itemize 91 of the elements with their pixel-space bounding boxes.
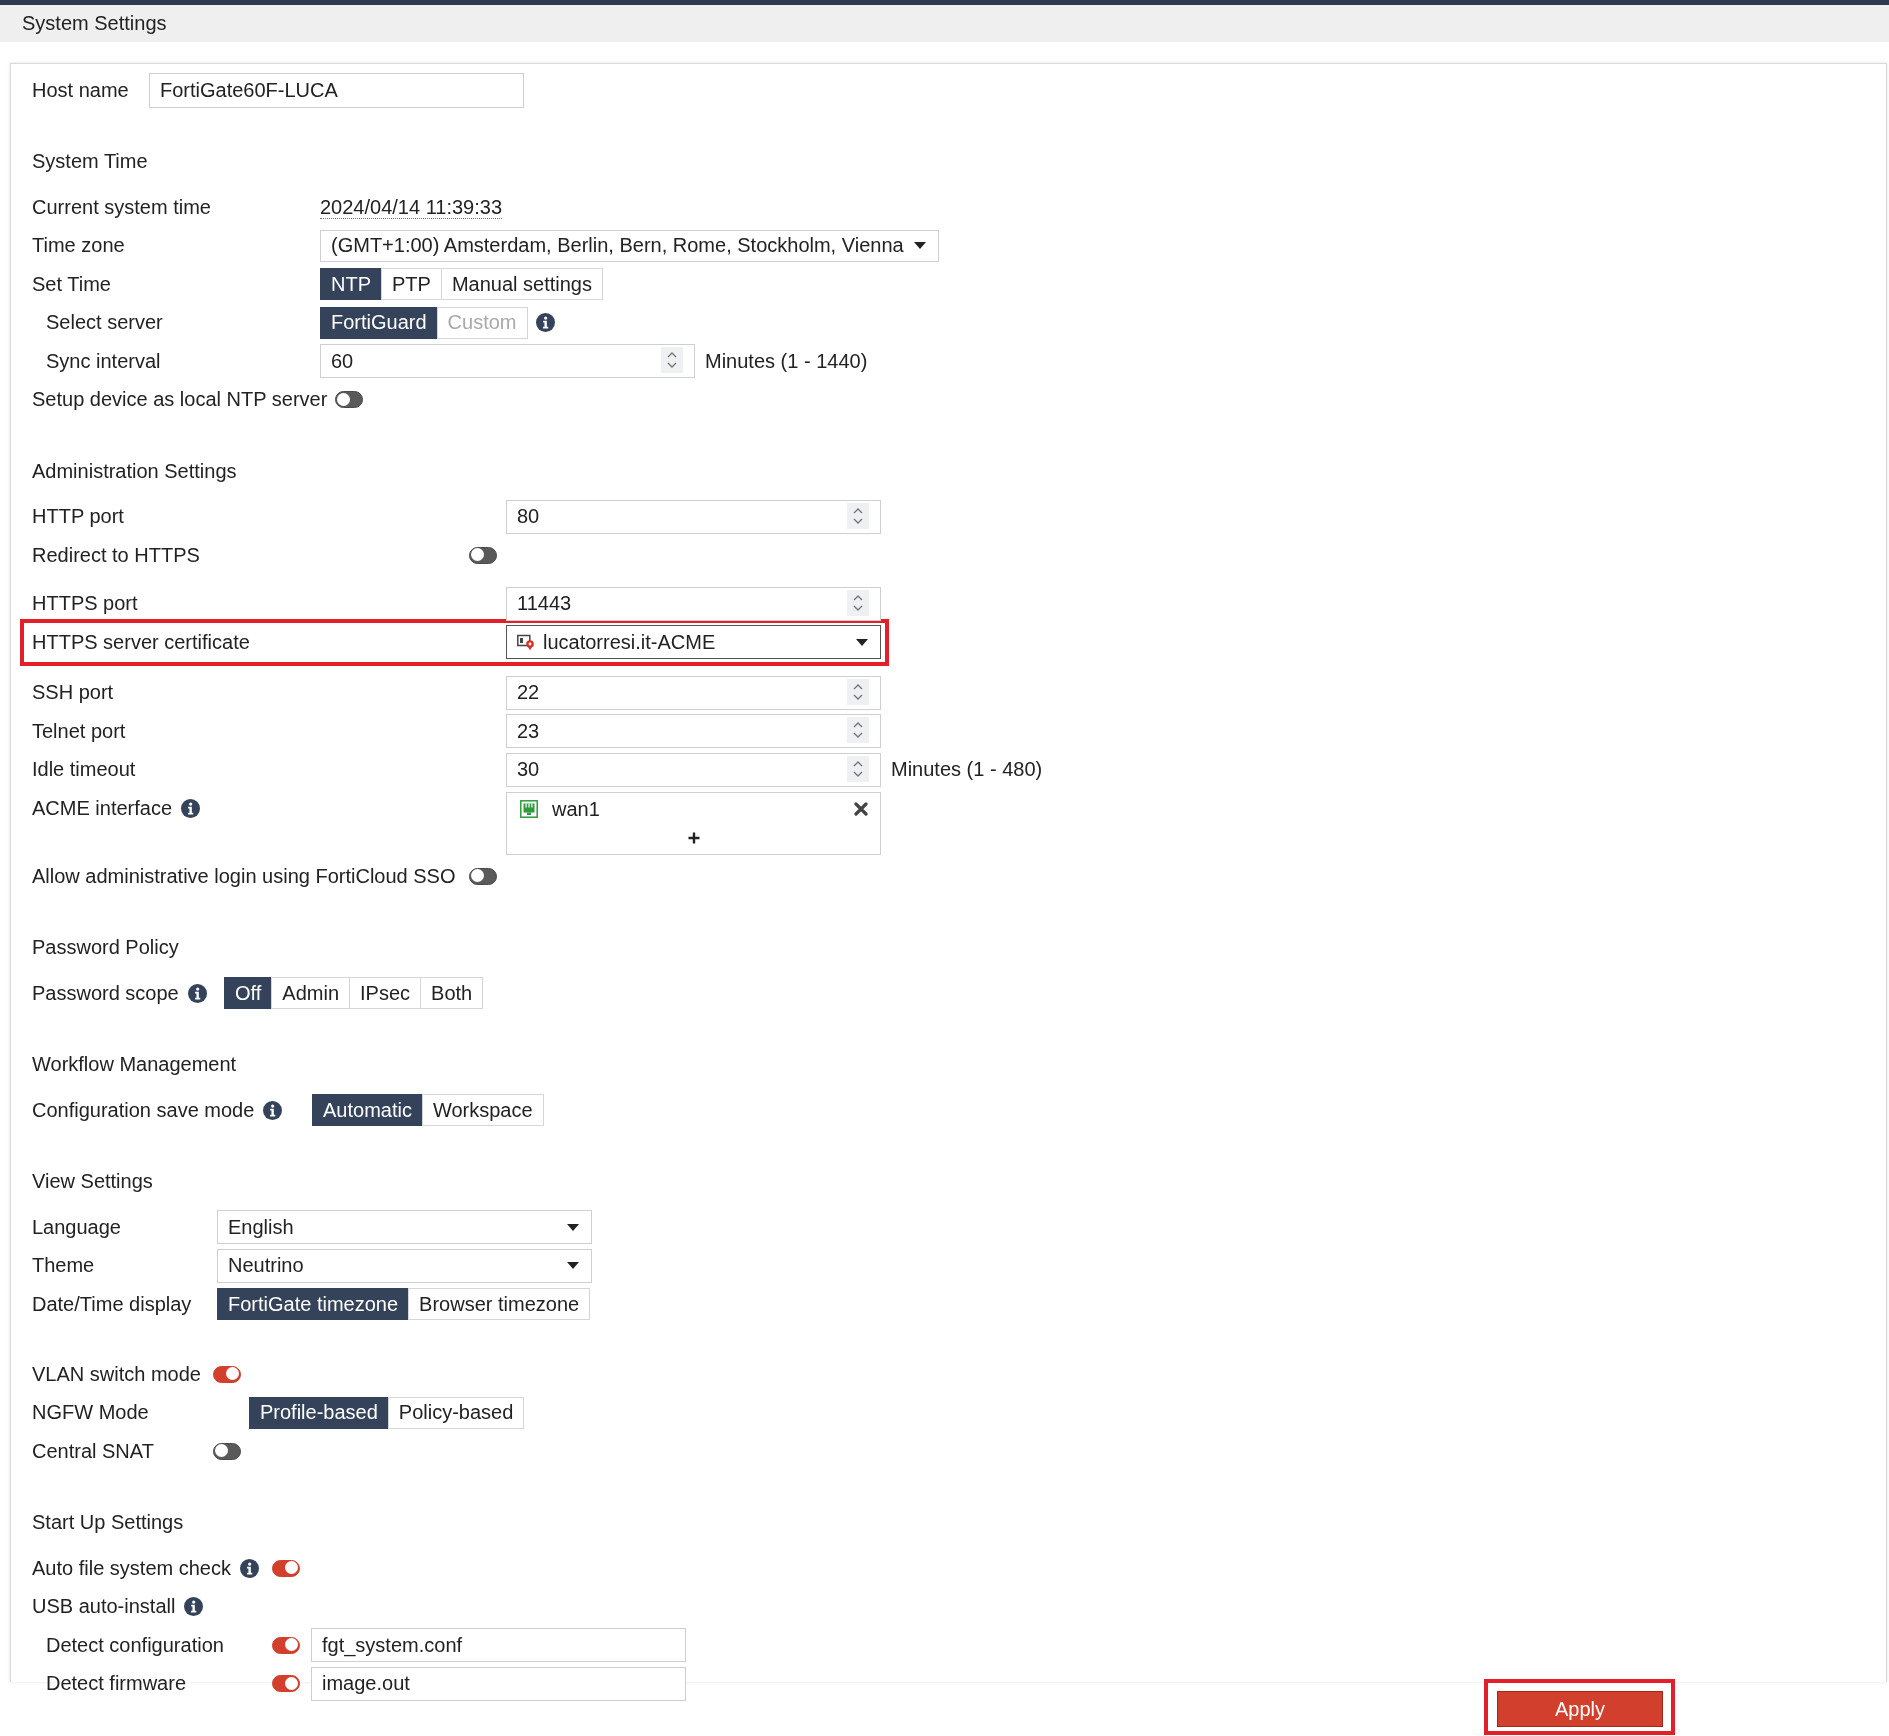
field-label: HTTP port xyxy=(32,505,124,529)
dropdown[interactable]: English xyxy=(217,1210,592,1245)
toggle-switch[interactable] xyxy=(213,1365,241,1383)
caret-icon xyxy=(856,638,868,646)
interface-list-field[interactable]: wan1 xyxy=(506,792,881,855)
dropdown[interactable]: Neutrino xyxy=(217,1248,592,1283)
section-heading: Password Policy xyxy=(32,935,179,960)
segment-option[interactable]: NTP xyxy=(320,268,382,301)
segment-option[interactable]: Workspace xyxy=(421,1094,544,1127)
toggle-switch[interactable] xyxy=(335,391,364,409)
number-field[interactable]: 30 xyxy=(506,752,881,787)
caret-icon xyxy=(913,242,926,250)
spinner-icon[interactable] xyxy=(847,678,869,705)
field-label: Detect firmware xyxy=(46,1672,187,1696)
field-label: Sync interval xyxy=(46,349,161,373)
segment-option[interactable]: Both xyxy=(420,977,484,1010)
certificate-dropdown[interactable]: lucatorresi.it-ACME xyxy=(506,625,881,660)
number-field[interactable]: 60 xyxy=(320,344,695,379)
field-label: Set Time xyxy=(32,272,111,296)
field-label: Idle timeout xyxy=(32,758,136,782)
field-label: Host name xyxy=(32,78,129,102)
field-label: Auto file system check xyxy=(32,1556,231,1580)
caret-icon xyxy=(567,1223,579,1231)
segment-option[interactable]: Automatic xyxy=(312,1094,423,1127)
section-heading: Administration Settings xyxy=(32,458,237,484)
field-label: Password scope xyxy=(32,981,179,1005)
page-title: System Settings xyxy=(22,12,167,35)
close-icon[interactable] xyxy=(854,802,868,816)
number-field[interactable]: 22 xyxy=(506,675,881,710)
range-hint: Minutes (1 - 1440) xyxy=(705,349,868,373)
number-field[interactable]: 23 xyxy=(506,714,881,749)
field-label: Detect configuration xyxy=(46,1633,224,1657)
segment-option[interactable]: IPsec xyxy=(349,977,422,1010)
file-name-field[interactable]: image.out xyxy=(311,1666,686,1701)
spinner-icon[interactable] xyxy=(847,589,869,616)
spinner-icon[interactable] xyxy=(847,502,869,529)
toggle-switch[interactable] xyxy=(272,1559,300,1577)
host-name-field[interactable]: FortiGate60F-LUCA xyxy=(149,72,524,108)
field-label: SSH port xyxy=(32,681,114,705)
number-field[interactable]: 11443 xyxy=(506,586,881,621)
spinner-icon[interactable] xyxy=(661,347,683,374)
number-field[interactable]: 80 xyxy=(506,499,881,534)
segment-option[interactable]: Manual settings xyxy=(440,268,603,301)
segment-option[interactable]: Off xyxy=(224,977,273,1010)
toggle-switch[interactable] xyxy=(213,1442,241,1460)
certificate-name: lucatorresi.it-ACME xyxy=(543,630,716,654)
segment-option[interactable]: Policy-based xyxy=(387,1396,525,1429)
section-heading: System Time xyxy=(32,149,148,174)
field-label: ACME interface xyxy=(32,796,173,820)
interface-name: wan1 xyxy=(552,797,600,821)
caret-icon xyxy=(567,1262,579,1270)
spinner-icon[interactable] xyxy=(847,717,869,744)
field-label: Central SNAT xyxy=(32,1439,154,1463)
segment-option[interactable]: FortiGate timezone xyxy=(217,1288,410,1321)
network-port-icon xyxy=(520,800,538,818)
field-label: Telnet port xyxy=(32,719,126,743)
system-time-value: 2024/04/14 11:39:33 xyxy=(320,195,503,219)
segment-option[interactable]: PTP xyxy=(381,268,442,301)
section-heading: Workflow Management xyxy=(32,1052,237,1077)
plus-icon[interactable] xyxy=(687,831,700,844)
range-hint: Minutes (1 - 480) xyxy=(891,758,1043,782)
field-label: Allow administrative login using FortiCloud SSO xyxy=(32,864,456,888)
toggle-switch[interactable] xyxy=(272,1636,300,1654)
field-label: Time zone xyxy=(32,234,125,258)
toggle-switch[interactable] xyxy=(469,546,497,564)
segment-option[interactable]: Admin xyxy=(271,977,350,1010)
field-label: Date/Time display xyxy=(32,1292,192,1316)
field-label: HTTPS port xyxy=(32,592,138,616)
field-label: Configuration save mode xyxy=(32,1098,255,1122)
segment-option[interactable]: Browser timezone xyxy=(408,1288,591,1321)
toggle-switch[interactable] xyxy=(469,867,497,885)
field-label: Theme xyxy=(32,1254,95,1278)
segment-option[interactable]: Profile-based xyxy=(249,1396,389,1429)
field-label: HTTPS server certificate xyxy=(32,630,250,654)
field-label: Language xyxy=(32,1215,121,1239)
toggle-switch[interactable] xyxy=(272,1675,300,1693)
apply-button[interactable]: Apply xyxy=(1497,1691,1663,1727)
field-label: Current system time xyxy=(32,195,211,219)
section-heading: View Settings xyxy=(32,1169,153,1194)
spinner-icon[interactable] xyxy=(847,755,869,782)
certificate-icon xyxy=(517,633,535,651)
field-label: Redirect to HTTPS xyxy=(32,543,200,567)
dropdown[interactable]: (GMT+1:00) Amsterdam, Berlin, Bern, Rome, Stockholm, Vienna xyxy=(320,229,939,262)
field-label: Select server xyxy=(46,311,163,335)
segment-option[interactable]: FortiGuard xyxy=(320,306,438,339)
field-label: Setup device as local NTP server xyxy=(32,388,328,412)
file-name-field[interactable]: fgt_system.conf xyxy=(311,1628,686,1663)
field-label: NGFW Mode xyxy=(32,1401,149,1425)
section-heading: Start Up Settings xyxy=(32,1510,184,1535)
field-label: USB auto-install xyxy=(32,1595,176,1619)
field-label: VLAN switch mode xyxy=(32,1362,201,1386)
